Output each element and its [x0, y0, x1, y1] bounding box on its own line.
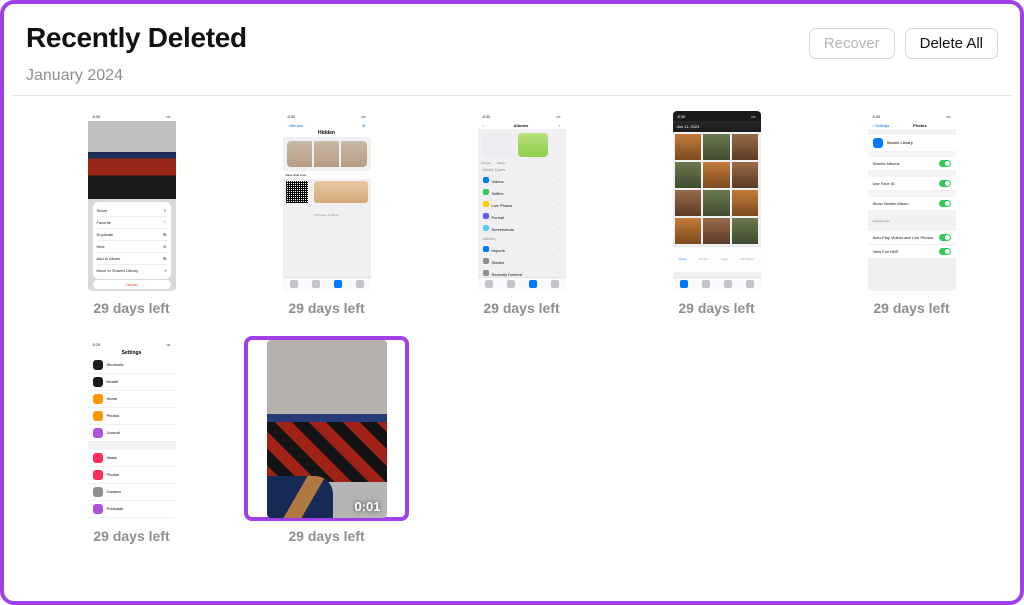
delete-all-button[interactable]: Delete All	[905, 28, 998, 59]
days-left-label: 29 days left	[288, 300, 364, 316]
deleted-item[interactable]: 8:30••• ‹Albums+ PeoplePlaces Media Type…	[439, 108, 604, 316]
page-title: Recently Deleted	[26, 22, 247, 54]
deleted-items-grid: 8:30••• Share⇧ Favorite♡ Duplicate⊞ Hide…	[4, 96, 1020, 564]
deleted-item-selected[interactable]: 0:01 29 days left	[244, 336, 409, 544]
deleted-item[interactable]: 8:30••• ‹ SettingsPhotos Shared Library …	[829, 108, 994, 316]
thumbnail: 8:30••• Jan 11, 2024 YearsMonthsDaysAll …	[673, 111, 761, 291]
days-left-label: 29 days left	[678, 300, 754, 316]
deleted-item[interactable]: 8:29••• Settings Shortcuts Health Home P…	[49, 336, 214, 544]
video-duration-label: 0:01	[354, 499, 380, 514]
recover-button[interactable]: Recover	[809, 28, 895, 59]
days-left-label: 29 days left	[873, 300, 949, 316]
thumbnail: 8:30••• ‹Albums+ PeoplePlaces Media Type…	[478, 111, 566, 291]
thumbnail: 8:29••• Settings Shortcuts Health Home P…	[88, 339, 176, 519]
days-left-label: 29 days left	[288, 528, 364, 544]
thumbnail: 8:30••• Share⇧ Favorite♡ Duplicate⊞ Hide…	[88, 111, 176, 291]
days-left-label: 29 days left	[93, 528, 169, 544]
days-left-label: 29 days left	[93, 300, 169, 316]
section-date-label: January 2024	[4, 59, 1020, 95]
deleted-item[interactable]: 8:30••• ‹ Albums⊕ Hidden Save Hide Free …	[244, 108, 409, 316]
thumbnail: 0:01	[267, 340, 387, 518]
thumbnail: 8:30••• ‹ SettingsPhotos Shared Library …	[868, 111, 956, 291]
deleted-item[interactable]: 8:30••• Jan 11, 2024 YearsMonthsDaysAll …	[634, 108, 799, 316]
selection-highlight: 0:01	[244, 336, 409, 521]
header-actions: Recover Delete All	[809, 28, 998, 59]
days-left-label: 29 days left	[483, 300, 559, 316]
thumbnail: 8:30••• ‹ Albums⊕ Hidden Save Hide Free …	[283, 111, 371, 291]
deleted-item[interactable]: 8:30••• Share⇧ Favorite♡ Duplicate⊞ Hide…	[49, 108, 214, 316]
